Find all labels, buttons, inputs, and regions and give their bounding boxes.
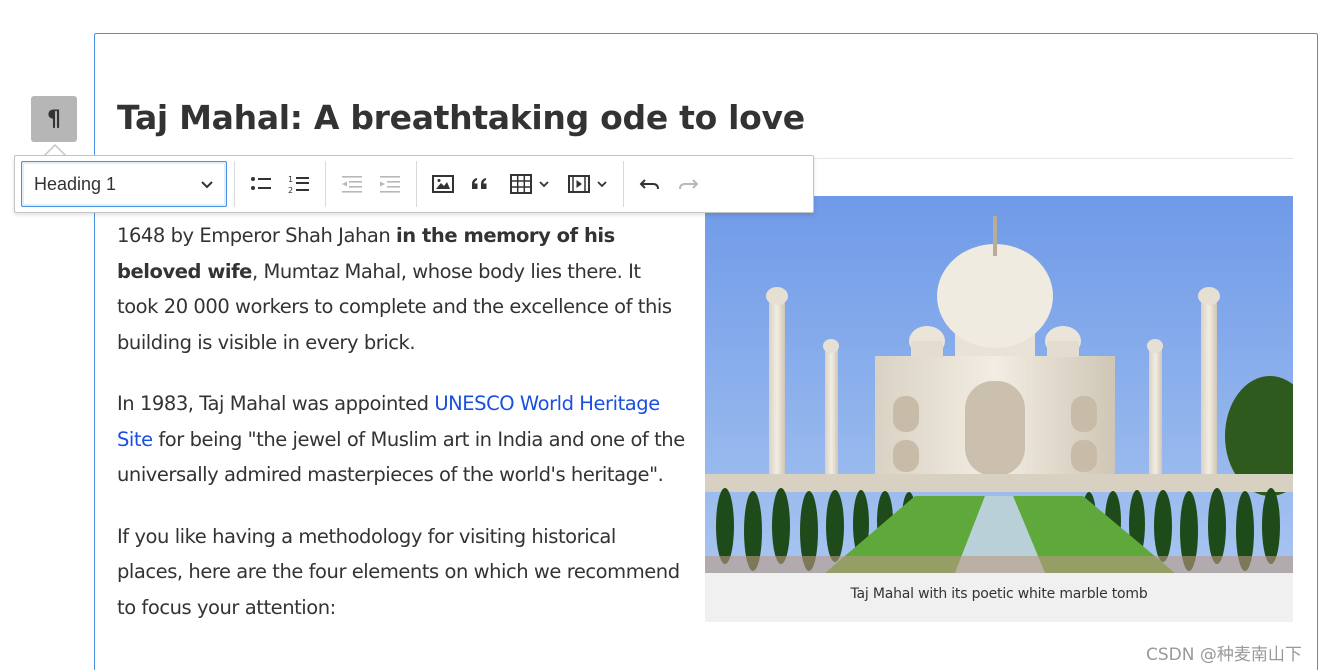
chevron-down-icon bbox=[597, 181, 607, 188]
image-figure[interactable]: Taj Mahal with its poetic white marble t… bbox=[705, 196, 1293, 622]
paragraph-1: 1648 by Emperor Shah Jahan in the memory… bbox=[117, 224, 672, 354]
watermark-text: CSDN @种麦南山下 bbox=[1146, 645, 1302, 665]
redo-icon bbox=[679, 179, 699, 190]
document-title[interactable]: Taj Mahal: A breathtaking ode to love bbox=[117, 98, 805, 137]
svg-text:2: 2 bbox=[288, 186, 293, 195]
block-toolbar: Heading 1 12 bbox=[14, 155, 814, 213]
taj-mahal-image bbox=[705, 196, 1293, 573]
toolbar-separator bbox=[623, 161, 624, 207]
blockquote-button[interactable] bbox=[462, 161, 500, 207]
paragraph-3: If you like having a methodology for vis… bbox=[117, 524, 680, 619]
media-icon bbox=[568, 175, 590, 193]
chevron-down-icon bbox=[539, 181, 549, 188]
image-icon bbox=[432, 175, 454, 193]
indent-button[interactable] bbox=[371, 161, 409, 207]
indent-icon bbox=[380, 176, 400, 193]
image-caption[interactable]: Taj Mahal with its poetic white marble t… bbox=[705, 586, 1293, 602]
heading-dropdown-value: Heading 1 bbox=[34, 173, 117, 194]
outdent-button[interactable] bbox=[333, 161, 371, 207]
heading-dropdown[interactable]: Heading 1 bbox=[21, 161, 227, 207]
bulleted-list-icon bbox=[251, 177, 271, 190]
insert-table-button[interactable] bbox=[500, 161, 558, 207]
pilcrow-icon: ¶ bbox=[47, 106, 61, 132]
insert-image-button[interactable] bbox=[424, 161, 462, 207]
table-icon bbox=[510, 174, 532, 194]
undo-icon bbox=[639, 179, 659, 190]
editor-body[interactable]: 1648 by Emperor Shah Jahan in the memory… bbox=[117, 218, 687, 651]
blockquote-icon bbox=[472, 178, 487, 189]
toolbar-separator bbox=[234, 161, 235, 207]
numbered-list-button[interactable]: 12 bbox=[280, 161, 318, 207]
svg-text:1: 1 bbox=[288, 175, 293, 184]
redo-button[interactable] bbox=[669, 161, 707, 207]
chevron-down-icon bbox=[201, 181, 213, 189]
numbered-list-icon: 12 bbox=[288, 175, 309, 195]
undo-button[interactable] bbox=[631, 161, 669, 207]
paragraph-2: In 1983, Taj Mahal was appointed UNESCO … bbox=[117, 392, 685, 486]
toolbar-separator bbox=[416, 161, 417, 207]
bulleted-list-button[interactable] bbox=[242, 161, 280, 207]
paragraph-block-button[interactable]: ¶ bbox=[31, 96, 77, 142]
toolbar-separator bbox=[325, 161, 326, 207]
insert-media-button[interactable] bbox=[558, 161, 616, 207]
outdent-icon bbox=[342, 176, 362, 193]
